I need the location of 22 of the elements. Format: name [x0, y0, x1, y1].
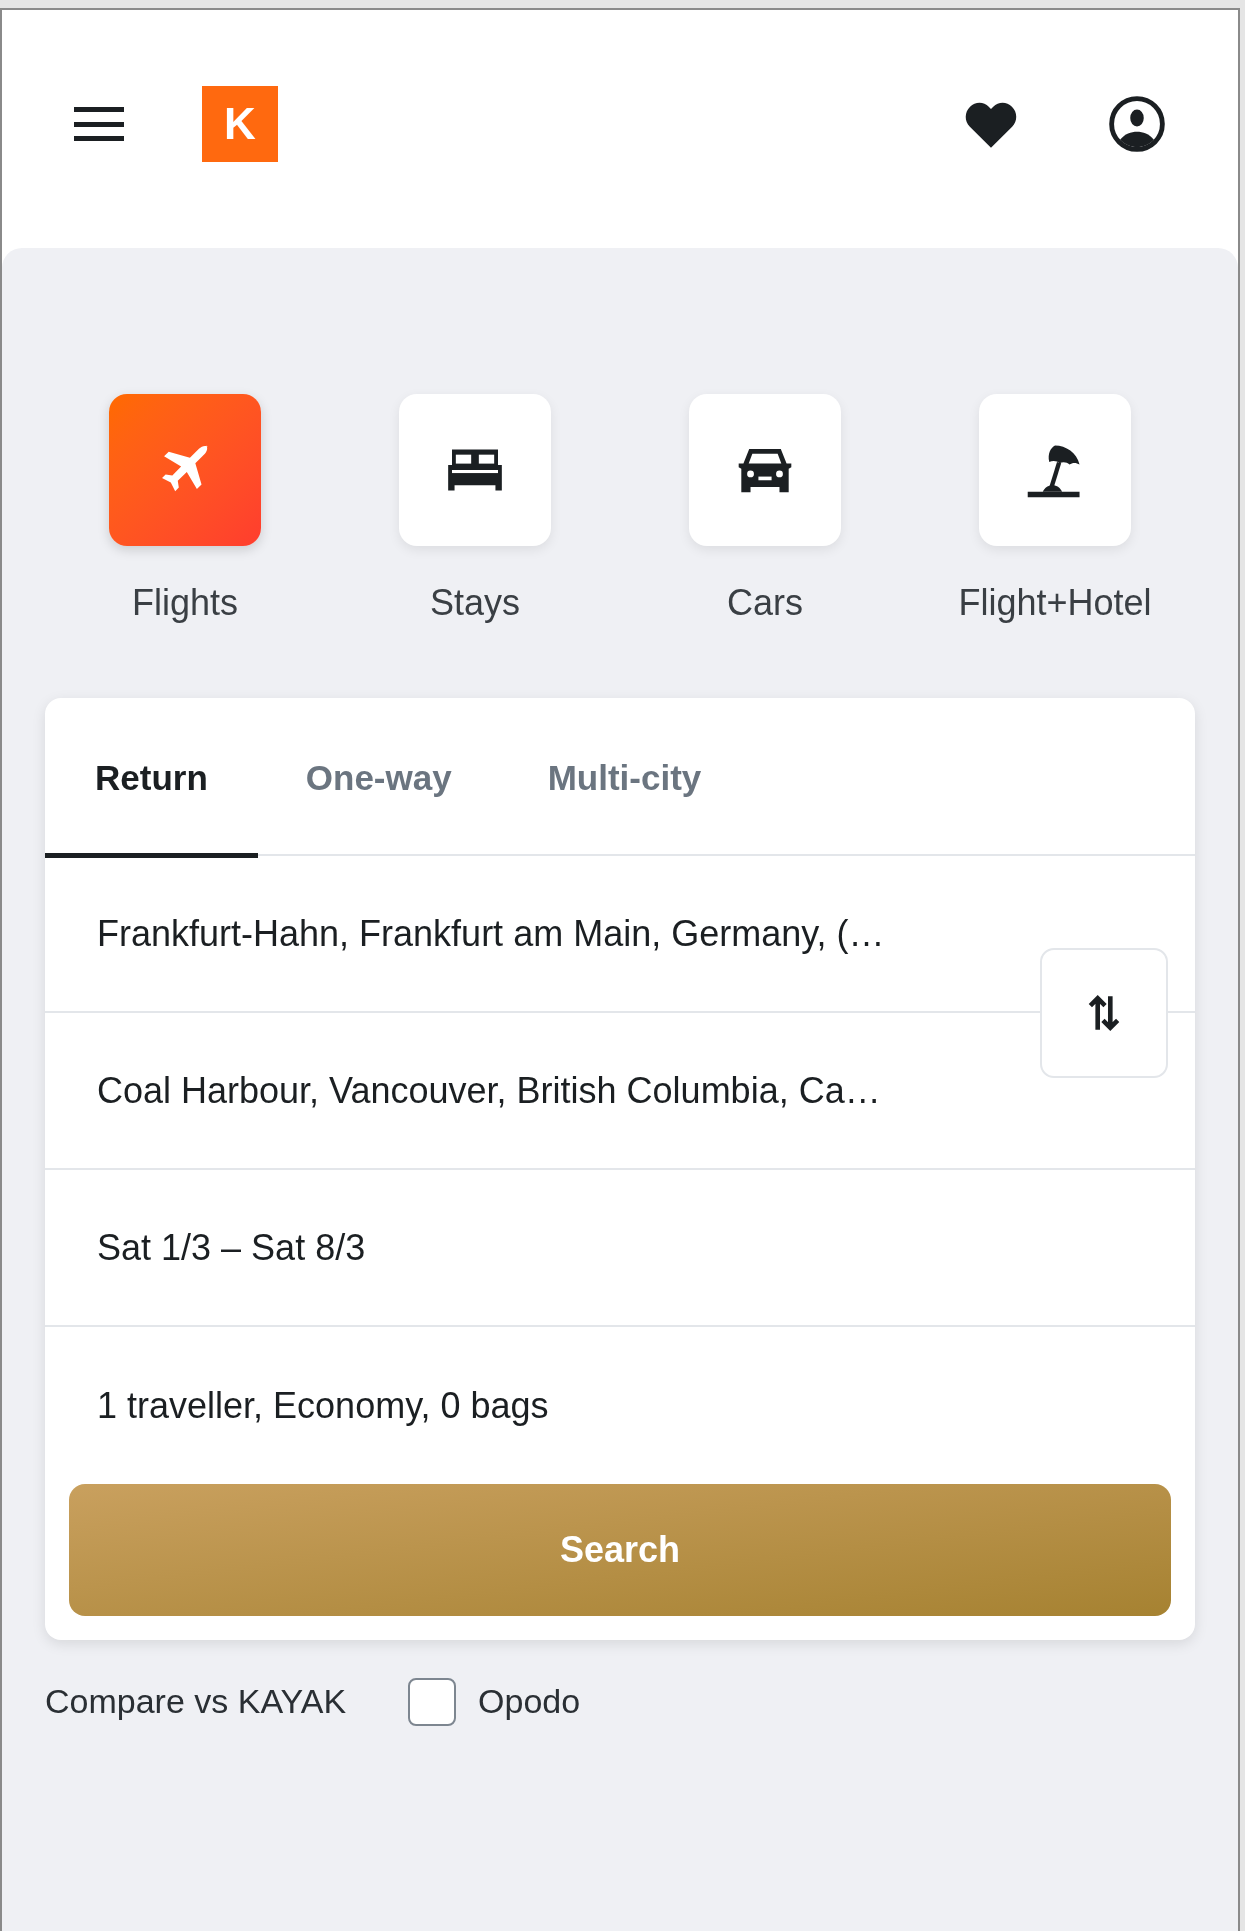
checkbox[interactable] [408, 1677, 457, 1726]
search-field[interactable]: Frankfurt-Hahn, Frankfurt am Main, Germany, (… [97, 906, 885, 961]
option-label: Opodo [478, 1681, 581, 1722]
search-field[interactable]: Sat 1/3 – Sat 8/3 [97, 1220, 366, 1275]
swap-arrows-icon [1087, 992, 1121, 1034]
trip-type-tab[interactable]: Multi-city [499, 698, 750, 858]
trip-type-tab[interactable]: Return [45, 698, 258, 858]
trip-type-tab[interactable]: One-way [257, 698, 500, 858]
category-tile[interactable] [689, 394, 841, 546]
category-label: Stays [429, 581, 520, 625]
compare-label: Compare vs KAYAK [45, 1681, 347, 1722]
category-label: Flights [132, 581, 238, 625]
search-field[interactable]: Coal Harbour, Vancouver, British Columbia, Ca… [97, 1063, 881, 1118]
swap-button[interactable] [1040, 948, 1168, 1078]
search-field[interactable]: 1 traveller, Economy, 0 bags [97, 1378, 549, 1433]
category-label: Cars [727, 581, 803, 625]
category-tile[interactable] [979, 394, 1131, 546]
menu-icon[interactable] [74, 107, 124, 141]
category-label: Flight+Hotel [958, 581, 1152, 625]
profile-icon[interactable] [1108, 95, 1166, 153]
category-tile[interactable] [109, 394, 261, 546]
category-tile[interactable] [399, 394, 551, 546]
